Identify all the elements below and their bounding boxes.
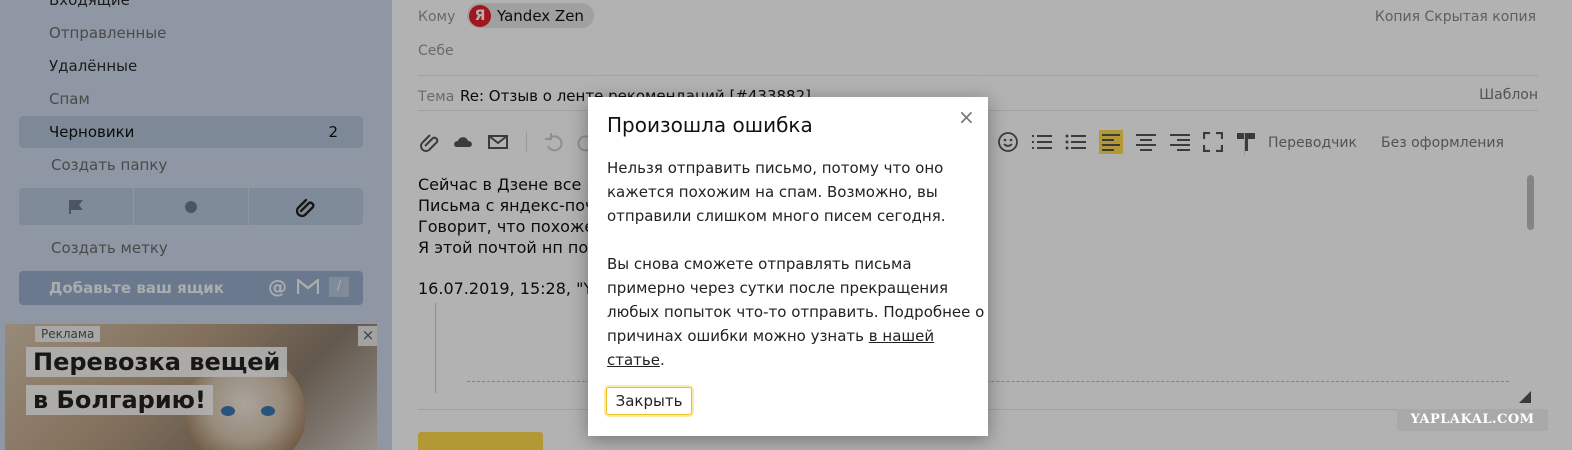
dialog-text: отправили слишком много писем сегодня. bbox=[607, 207, 946, 225]
dialog-text: Вы снова сможете отправлять письма bbox=[607, 255, 912, 273]
article-link[interactable]: в нашей bbox=[869, 327, 934, 345]
error-dialog: Произошла ошибка × Нельзя отправить пись… bbox=[588, 97, 988, 436]
dialog-text: Нельзя отправить письмо, потому что оно bbox=[607, 159, 944, 177]
dialog-text: причинах ошибки можно узнать bbox=[607, 327, 869, 345]
close-button[interactable]: Закрыть bbox=[606, 387, 692, 415]
dialog-period: . bbox=[659, 351, 665, 369]
dialog-text-with-link: причинах ошибки можно узнать в нашей bbox=[607, 327, 934, 345]
dialog-text: любых попыток что-то отправить. Подробне… bbox=[607, 303, 985, 321]
dialog-text: примерно через сутки после прекращения bbox=[607, 279, 949, 297]
dialog-text-with-link: статье. bbox=[607, 351, 665, 369]
dialog-text: кажется похожим на спам. Возможно, вы bbox=[607, 183, 938, 201]
watermark: YAPLAKAL.COM bbox=[1397, 409, 1548, 431]
dialog-close-icon[interactable]: × bbox=[958, 105, 975, 129]
article-link-cont[interactable]: статье bbox=[607, 351, 660, 369]
dialog-title: Произошла ошибка bbox=[607, 113, 813, 137]
